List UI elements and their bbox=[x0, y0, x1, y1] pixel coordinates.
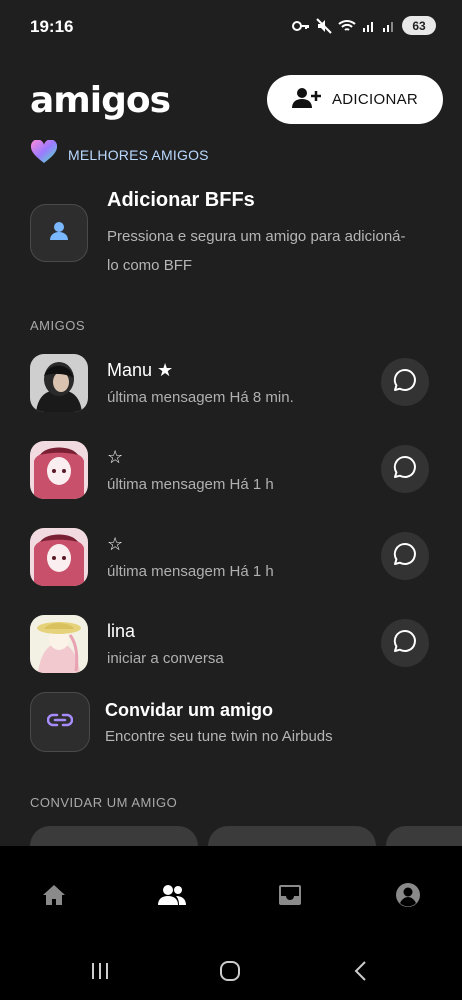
friend-name: lina bbox=[107, 621, 136, 641]
recents-button[interactable] bbox=[80, 958, 120, 988]
back-icon bbox=[353, 960, 367, 987]
back-button[interactable] bbox=[340, 958, 380, 988]
status-icons: 63 bbox=[292, 16, 436, 35]
add-bff-row: Adicionar BFFs Pressiona e segura um ami… bbox=[30, 186, 430, 276]
signal-icon bbox=[382, 19, 396, 33]
nav-profile[interactable] bbox=[393, 882, 423, 912]
best-friends-label: MELHORES AMIGOS bbox=[68, 146, 209, 163]
add-bff-title: Adicionar BFFs bbox=[107, 189, 255, 211]
person-icon bbox=[48, 220, 70, 247]
battery-icon: 63 bbox=[402, 16, 436, 35]
invite-title: Convidar um amigo bbox=[105, 700, 274, 720]
chat-bubble-icon bbox=[393, 368, 417, 397]
chat-bubble-icon bbox=[393, 542, 417, 571]
friend-name: ☆ bbox=[107, 534, 124, 554]
page-title: amigos bbox=[30, 80, 171, 121]
best-friends-tag: MELHORES AMIGOS bbox=[30, 139, 209, 169]
chat-button[interactable] bbox=[381, 445, 429, 493]
friend-row[interactable]: lina iniciar a conversa bbox=[30, 615, 430, 675]
friend-last-message: última mensagem Há 1 h bbox=[107, 563, 274, 580]
add-bff-description: Pressiona e segura um amigo para adicion… bbox=[107, 228, 406, 274]
friend-row[interactable]: Manu ★ última mensagem Há 8 min. bbox=[30, 354, 430, 414]
inbox-icon bbox=[278, 884, 302, 911]
invite-section-label: CONVIDAR UM AMIGO bbox=[30, 795, 178, 810]
mute-icon bbox=[316, 17, 332, 34]
link-icon bbox=[46, 713, 74, 732]
status-time: 19:16 bbox=[30, 17, 74, 36]
chat-bubble-icon bbox=[393, 455, 417, 484]
signal-icon bbox=[362, 19, 376, 33]
recents-icon bbox=[90, 962, 110, 985]
friend-name: Manu ★ bbox=[107, 360, 174, 380]
avatar bbox=[30, 528, 88, 586]
chat-button[interactable] bbox=[381, 619, 429, 667]
friends-icon bbox=[157, 884, 187, 911]
bottom-nav bbox=[0, 846, 462, 940]
avatar bbox=[30, 354, 88, 412]
system-nav-bar bbox=[0, 940, 462, 1000]
invite-link-tile bbox=[30, 692, 90, 752]
add-button-label: ADICIONAR bbox=[331, 91, 419, 108]
add-bff-tile bbox=[30, 204, 88, 262]
friend-last-message: iniciar a conversa bbox=[107, 650, 224, 667]
profile-icon bbox=[395, 882, 421, 913]
invite-friend-row[interactable]: Convidar um amigo Encontre seu tune twin… bbox=[30, 692, 430, 754]
home-icon bbox=[42, 884, 66, 911]
friend-row[interactable]: ☆ última mensagem Há 1 h bbox=[30, 441, 430, 501]
chat-button[interactable] bbox=[381, 358, 429, 406]
friend-name: ☆ bbox=[107, 447, 124, 467]
avatar bbox=[30, 615, 88, 673]
home-circle-icon bbox=[219, 960, 241, 987]
wifi-icon bbox=[338, 19, 356, 33]
nav-home[interactable] bbox=[39, 882, 69, 912]
home-system-button[interactable] bbox=[210, 958, 250, 988]
friends-section-label: AMIGOS bbox=[30, 318, 86, 333]
heart-icon bbox=[30, 139, 58, 169]
nav-inbox[interactable] bbox=[275, 882, 305, 912]
friend-row[interactable]: ☆ última mensagem Há 1 h bbox=[30, 528, 430, 588]
status-bar: 19:16 63 bbox=[0, 0, 462, 52]
key-icon bbox=[292, 20, 310, 32]
add-friend-button[interactable]: ADICIONAR bbox=[267, 75, 443, 124]
avatar bbox=[30, 441, 88, 499]
chat-bubble-icon bbox=[393, 629, 417, 658]
chat-button[interactable] bbox=[381, 532, 429, 580]
invite-subtitle: Encontre seu tune twin no Airbuds bbox=[105, 728, 333, 745]
friend-last-message: última mensagem Há 1 h bbox=[107, 476, 274, 493]
friend-last-message: última mensagem Há 8 min. bbox=[107, 389, 294, 406]
nav-friends[interactable] bbox=[157, 882, 187, 912]
add-person-icon bbox=[291, 87, 322, 113]
